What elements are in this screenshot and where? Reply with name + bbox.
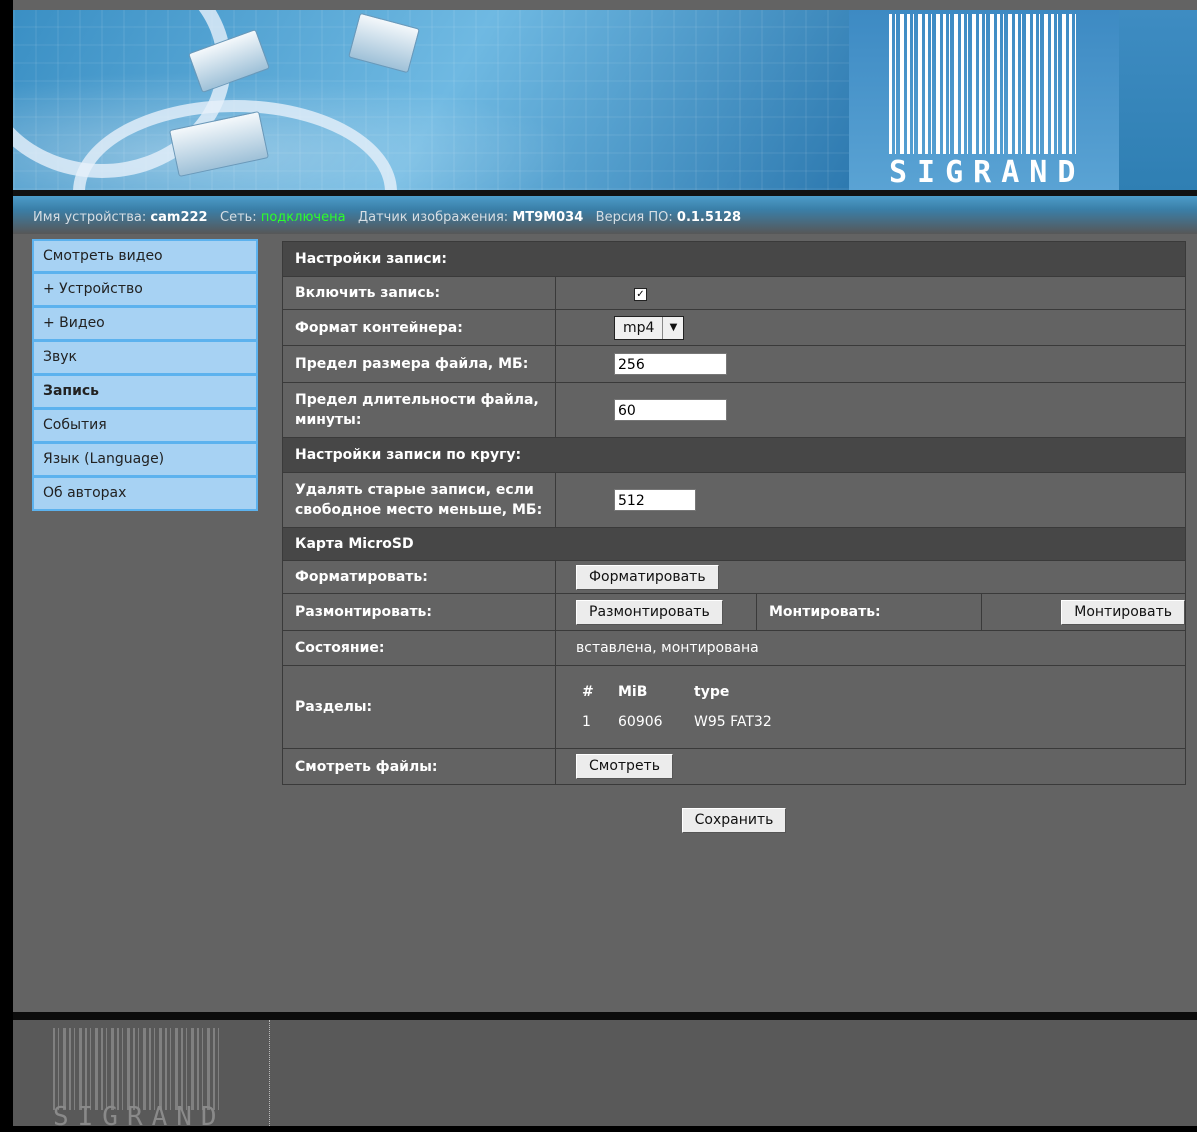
- partitions-header-mib: MiB: [618, 684, 648, 700]
- save-button[interactable]: Сохранить: [681, 808, 787, 833]
- sidebar-item-video[interactable]: + Видео: [32, 307, 258, 341]
- unmount-button[interactable]: Размонтировать: [576, 599, 723, 625]
- state-label: Состояние:: [282, 630, 556, 666]
- section-microsd: Карта MicroSD: [282, 527, 1186, 561]
- save-area: Сохранить: [282, 808, 1186, 833]
- state-value: вставлена, монтирована: [555, 630, 1186, 666]
- delete-old-input[interactable]: 512: [614, 489, 696, 511]
- section-title: Карта MicroSD: [282, 527, 1186, 561]
- firmware-label: Версия ПО:: [595, 210, 673, 225]
- status-line: Имя устройства: cam222 Сеть: подключена …: [33, 210, 741, 225]
- sidebar-item-watch-video[interactable]: Смотреть видео: [32, 239, 258, 273]
- sidebar-item-language[interactable]: Язык (Language): [32, 443, 258, 477]
- footer-logo-text: SIGRAND: [53, 1102, 226, 1132]
- banner-edge: [1119, 10, 1197, 190]
- mount-label: Монтировать:: [756, 593, 982, 631]
- partitions-header-num: #: [582, 684, 594, 700]
- table-row: Размонтировать: Размонтировать Монтирова…: [282, 593, 1186, 631]
- device-value: cam222: [150, 210, 208, 225]
- file-size-limit-input[interactable]: 256: [614, 353, 727, 375]
- container-format-value: mp4: [623, 319, 655, 336]
- settings-panel: Настройки записи: Включить запись: ✓ Фор…: [282, 241, 1186, 785]
- footer-divider: [13, 1012, 1197, 1020]
- unmount-label: Размонтировать:: [282, 593, 556, 631]
- sensor-value: MT9M034: [512, 210, 584, 225]
- banner-circuit-image: [13, 10, 873, 190]
- format-button[interactable]: Форматировать: [576, 564, 719, 590]
- section-loop-record: Настройки записи по кругу:: [282, 437, 1186, 473]
- section-record: Настройки записи:: [282, 241, 1186, 277]
- table-row: Предел длительности файла, минуты: 60: [282, 382, 1186, 438]
- network-label: Сеть:: [220, 210, 257, 225]
- file-duration-limit-cell: 60: [555, 382, 1186, 438]
- partition-num: 1: [582, 714, 591, 730]
- container-format-label: Формат контейнера:: [282, 309, 556, 346]
- partitions-row: 1 60906 W95 FAT32: [582, 708, 784, 736]
- page: SIGRAND Имя устройства: cam222 Сеть: под…: [13, 0, 1197, 1132]
- file-size-limit-label: Предел размера файла, МБ:: [282, 345, 556, 383]
- header-banner: SIGRAND: [13, 10, 1197, 190]
- format-label: Форматировать:: [282, 560, 556, 594]
- firmware-value: 0.1.5128: [676, 210, 742, 225]
- plug-image: [348, 12, 420, 74]
- footer-dotted-divider: [269, 1020, 270, 1126]
- view-files-cell: Смотреть: [555, 748, 1186, 785]
- brand-logo-text: SIGRAND: [889, 155, 1086, 190]
- table-row: Формат контейнера: mp4 ▼: [282, 309, 1186, 346]
- view-files-label: Смотреть файлы:: [282, 748, 556, 785]
- file-duration-limit-input[interactable]: 60: [614, 399, 727, 421]
- sidebar-item-record[interactable]: Запись: [32, 375, 258, 409]
- footer: SIGRAND: [13, 1020, 1197, 1132]
- format-cell: Форматировать: [555, 560, 1186, 594]
- container-format-select[interactable]: mp4 ▼: [614, 315, 685, 340]
- sidebar-item-about[interactable]: Об авторах: [32, 477, 258, 511]
- table-row: Предел размера файла, МБ: 256: [282, 345, 1186, 383]
- partition-type: W95 FAT32: [694, 714, 772, 730]
- table-row: Состояние: вставлена, монтирована: [282, 630, 1186, 666]
- section-title: Настройки записи:: [282, 241, 1186, 277]
- table-row: Форматировать: Форматировать: [282, 560, 1186, 594]
- table-row: Удалять старые записи, если свободное ме…: [282, 472, 1186, 528]
- table-row: Включить запись: ✓: [282, 276, 1186, 310]
- table-row: Разделы: # MiB type 1 60906 W95 FAT32: [282, 665, 1186, 749]
- mount-cell: Монтировать: [981, 593, 1186, 631]
- mount-button[interactable]: Монтировать: [1061, 599, 1185, 625]
- partitions-header-row: # MiB type: [582, 678, 784, 706]
- view-files-button[interactable]: Смотреть: [576, 754, 673, 779]
- partitions-table: # MiB type 1 60906 W95 FAT32: [580, 676, 786, 738]
- sidebar-item-events[interactable]: События: [32, 409, 258, 443]
- settings-table: Настройки записи: Включить запись: ✓ Фор…: [282, 241, 1186, 785]
- container-format-cell: mp4 ▼: [555, 309, 1186, 346]
- footer-barcode-icon: [53, 1028, 223, 1110]
- sensor-label: Датчик изображения:: [357, 210, 509, 225]
- device-label: Имя устройства:: [33, 210, 147, 225]
- network-value: подключена: [260, 210, 346, 225]
- partitions-label: Разделы:: [282, 665, 556, 749]
- partitions-header-type: type: [694, 684, 730, 700]
- brand-logo: SIGRAND: [849, 10, 1119, 190]
- table-row: Смотреть файлы: Смотреть: [282, 748, 1186, 785]
- section-title: Настройки записи по кругу:: [282, 437, 1186, 473]
- unmount-cell: Размонтировать: [555, 593, 757, 631]
- barcode-icon: [889, 14, 1079, 154]
- enable-record-checkbox[interactable]: ✓: [634, 288, 647, 301]
- sidebar-nav: Смотреть видео + Устройство + Видео Звук…: [32, 239, 258, 511]
- sidebar-item-device[interactable]: + Устройство: [32, 273, 258, 307]
- file-size-limit-cell: 256: [555, 345, 1186, 383]
- sidebar-item-sound[interactable]: Звук: [32, 341, 258, 375]
- delete-old-label: Удалять старые записи, если свободное ме…: [282, 472, 556, 528]
- file-duration-limit-label: Предел длительности файла, минуты:: [282, 382, 556, 438]
- partitions-cell: # MiB type 1 60906 W95 FAT32: [555, 665, 1186, 749]
- enable-record-cell: ✓: [555, 276, 1186, 310]
- chevron-down-icon: ▼: [662, 316, 683, 339]
- status-bar: Имя устройства: cam222 Сеть: подключена …: [13, 196, 1197, 234]
- partition-size: 60906: [618, 714, 663, 730]
- delete-old-cell: 512: [555, 472, 1186, 528]
- enable-record-label: Включить запись:: [282, 276, 556, 310]
